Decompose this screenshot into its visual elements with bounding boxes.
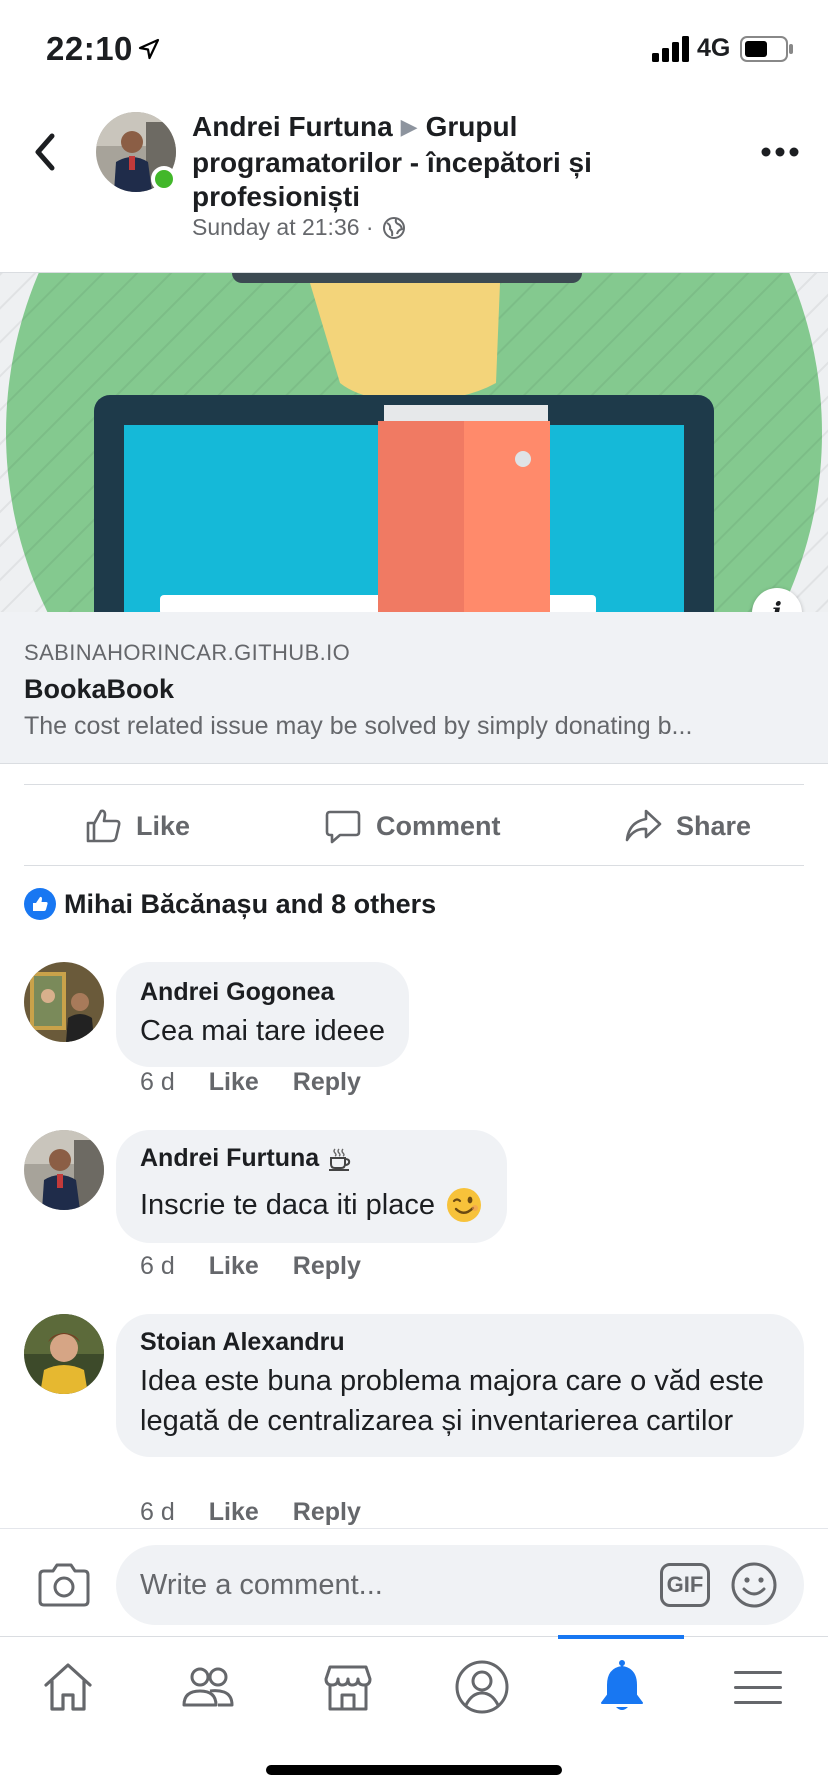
comment-footer: 6 d Like Reply xyxy=(140,1498,361,1527)
back-chevron-icon[interactable] xyxy=(30,132,60,172)
comment-item: Andrei Furtuna Inscrie te daca iti place… xyxy=(24,1130,804,1290)
gif-button[interactable]: GIF xyxy=(660,1563,710,1607)
home-indicator[interactable] xyxy=(266,1765,562,1775)
post-timestamp[interactable]: Sunday at 21:36 · xyxy=(192,214,374,241)
home-icon[interactable] xyxy=(38,1657,98,1717)
commenter-avatar[interactable] xyxy=(24,1130,104,1210)
comment-reply-button[interactable]: Reply xyxy=(293,1498,361,1527)
active-tab-indicator xyxy=(558,1635,684,1639)
comment-text: Inscrie te daca iti place xyxy=(140,1189,435,1221)
link-title: BookaBook xyxy=(24,674,175,704)
commenter-name[interactable]: Andrei Gogonea xyxy=(140,978,385,1007)
comment-like-button[interactable]: Like xyxy=(209,1498,259,1527)
comment-item: Andrei Gogonea Cea mai tare ideee 6 d Li… xyxy=(24,962,804,1112)
comment-time: 6 d xyxy=(140,1252,175,1280)
share-button[interactable]: Share xyxy=(624,807,751,845)
commenter-avatar[interactable] xyxy=(24,962,104,1042)
network-type: 4G xyxy=(697,34,731,62)
share-icon xyxy=(625,809,662,842)
link-description: The cost related issue may be solved by … xyxy=(24,712,693,740)
comment-input[interactable] xyxy=(140,1545,640,1625)
like-icon xyxy=(86,809,121,843)
like-button[interactable]: Like xyxy=(84,807,190,845)
comment-input-wrapper: GIF xyxy=(116,1545,804,1625)
author-name[interactable]: Andrei Furtuna xyxy=(192,111,393,142)
comment-reply-button[interactable]: Reply xyxy=(293,1252,361,1281)
reactions-summary[interactable]: Mihai Băcănașu and 8 others xyxy=(24,888,436,920)
coffee-icon xyxy=(329,1148,351,1171)
comment-time: 6 d xyxy=(140,1498,175,1526)
comment-composer: GIF xyxy=(0,1528,828,1636)
post-title: Andrei Furtuna ▶ Grupul programatorilor - … xyxy=(192,110,662,214)
comment-icon xyxy=(325,810,361,844)
comment-reply-button[interactable]: Reply xyxy=(293,1068,361,1097)
commenter-name-row: Andrei Furtuna xyxy=(140,1144,483,1173)
comment-footer: 6 d Like Reply xyxy=(140,1252,361,1281)
emoji-icon[interactable] xyxy=(730,1561,778,1609)
post-action-bar: Like Comment Share xyxy=(24,784,804,866)
status-time: 22:10 xyxy=(46,30,133,67)
comment-bubble[interactable]: Stoian Alexandru Idea este buna problema… xyxy=(116,1314,804,1457)
comment-text: Idea este buna problema majora care o vă… xyxy=(140,1365,764,1437)
profile-icon[interactable] xyxy=(452,1657,512,1717)
signal-icon xyxy=(652,36,689,62)
menu-icon[interactable] xyxy=(728,1657,788,1717)
commenter-name[interactable]: Andrei Furtuna xyxy=(140,1144,319,1173)
comment-button[interactable]: Comment xyxy=(324,807,501,845)
battery-icon xyxy=(740,36,793,62)
comment-like-button[interactable]: Like xyxy=(209,1252,259,1281)
link-preview-meta[interactable]: SABINAHORINCAR.GITHUB.IO BookaBook The c… xyxy=(0,612,828,764)
share-label: Share xyxy=(676,810,752,841)
friends-icon[interactable] xyxy=(178,1657,238,1717)
comment-bubble[interactable]: Andrei Gogonea Cea mai tare ideee xyxy=(116,962,410,1067)
commenter-avatar[interactable] xyxy=(24,1314,104,1394)
comment-footer: 6 d Like Reply xyxy=(140,1068,361,1097)
group-arrow-icon: ▶ xyxy=(400,114,418,139)
commenter-name[interactable]: Stoian Alexandru xyxy=(140,1328,780,1357)
notifications-icon[interactable] xyxy=(592,1657,652,1717)
status-bar: 22:10 4G xyxy=(0,0,828,100)
post-meta: Sunday at 21:36 · xyxy=(192,214,406,241)
like-label: Like xyxy=(136,810,191,841)
link-domain: SABINAHORINCAR.GITHUB.IO xyxy=(24,640,351,665)
bottom-tab-bar xyxy=(0,1635,828,1792)
link-preview-image[interactable] xyxy=(0,272,828,612)
wink-emoji-icon xyxy=(446,1188,481,1222)
online-status-dot xyxy=(151,166,177,192)
reactions-text: Mihai Băcănașu and 8 others xyxy=(64,888,437,919)
comment-text-row: Inscrie te daca iti place xyxy=(140,1185,483,1225)
location-arrow-icon xyxy=(138,38,160,60)
comment-item: Stoian Alexandru Idea este buna problema… xyxy=(24,1314,804,1528)
marketplace-icon[interactable] xyxy=(318,1657,378,1717)
globe-icon xyxy=(382,216,405,239)
more-icon[interactable] xyxy=(760,146,800,158)
comment-bubble[interactable]: Andrei Furtuna Inscrie te daca iti place xyxy=(116,1130,507,1243)
like-reaction-icon xyxy=(24,888,56,920)
comment-text: Cea mai tare ideee xyxy=(140,1015,386,1047)
comment-label: Comment xyxy=(376,810,501,841)
comment-like-button[interactable]: Like xyxy=(209,1068,259,1097)
comment-time: 6 d xyxy=(140,1068,175,1096)
post-header: Andrei Furtuna ▶ Grupul programatorilor - … xyxy=(0,100,828,272)
camera-icon[interactable] xyxy=(38,1561,90,1607)
